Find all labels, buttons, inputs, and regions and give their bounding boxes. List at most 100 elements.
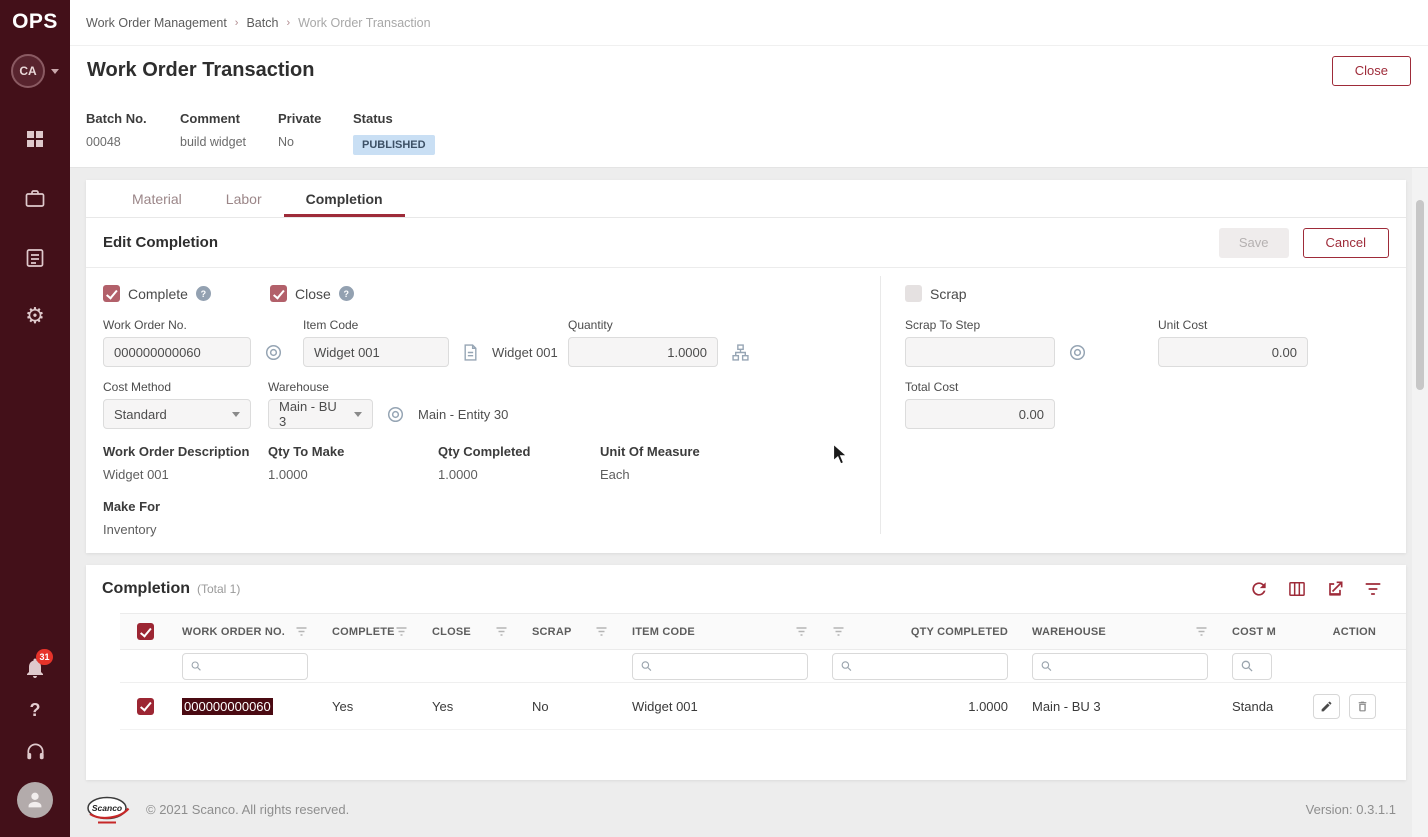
work-order-transaction-screen: OPS CA ⚙ 31 ? [0,0,1428,837]
table-row[interactable]: 000000000060 Yes Yes No Widget 001 1.000… [120,683,1406,730]
checkbox-checked-icon[interactable] [270,285,287,302]
breadcrumb-batch[interactable]: Batch [246,16,278,30]
sidebar-item-settings[interactable]: ⚙ [0,304,70,328]
help-icon[interactable]: ? [339,286,354,301]
delete-row-button[interactable] [1349,694,1376,719]
col-work-order-no: WORK ORDER NO. [170,614,320,649]
make-for-field: Make For Inventory [103,499,160,537]
settings-icon: ⚙ [25,304,45,328]
item-code-search-input[interactable] [632,653,808,680]
row-checkbox[interactable] [137,698,154,715]
lookup-icon[interactable] [1069,344,1086,361]
sidebar-item-jobs[interactable] [0,187,70,211]
column-chooser-icon [1287,579,1307,599]
help-icon: ? [30,700,41,721]
work-order-no-search-input[interactable] [182,653,308,680]
checkbox-checked-icon[interactable] [103,285,120,302]
cost-method-value: Standard [114,407,167,422]
qty-completed-label: Qty Completed [438,444,530,459]
cell-complete: Yes [320,683,420,729]
dashboard-icon [23,127,47,151]
tab-labor[interactable]: Labor [204,180,284,217]
close-checkbox[interactable]: Close ? [270,285,354,302]
refresh-icon [1249,579,1269,599]
profile-icon [17,782,53,818]
distribution-icon[interactable] [732,344,749,361]
lookup-icon[interactable] [265,344,282,361]
sidebar-item-notifications[interactable] [0,656,70,680]
total-cost-label: Total Cost [905,380,1055,394]
cell-action [1280,683,1406,729]
tab-material[interactable]: Material [110,180,204,217]
save-button[interactable]: Save [1219,228,1289,258]
qty-to-make-label: Qty To Make [268,444,344,459]
col-scrap: SCRAP [520,614,620,649]
cost-method-search-input[interactable] [1232,653,1272,680]
cell-cost-method: Standa [1220,683,1280,729]
completion-form: Complete ? Close ? Scrap Work Order No. [86,268,1406,552]
column-menu-icon[interactable] [495,626,508,637]
total-cost-input[interactable] [905,399,1055,429]
status-label: Status [353,111,435,126]
search-icon [1241,660,1253,672]
unit-cost-input[interactable] [1158,337,1308,367]
warehouse-select[interactable]: Main - BU 3 [268,399,373,429]
refresh-button[interactable] [1247,577,1271,601]
document-icon[interactable] [463,344,478,361]
scrollbar-thumb[interactable] [1416,200,1424,390]
item-code-input[interactable] [303,337,449,367]
footer: Scanco © 2021 Scanco. All rights reserve… [70,782,1412,837]
work-order-description-field: Work Order Description Widget 001 [103,444,249,482]
column-menu-icon[interactable] [295,626,308,637]
work-order-no-input[interactable] [103,337,251,367]
batch-no-field: Batch No. 00048 [86,111,180,167]
title-bar: Work Order Transaction Close [70,46,1428,95]
qty-completed-search-input[interactable] [832,653,1008,680]
breadcrumb-work-order-management[interactable]: Work Order Management [86,16,227,30]
user-menu[interactable]: CA [11,54,59,88]
tab-completion[interactable]: Completion [284,180,405,217]
filter-button[interactable] [1361,577,1385,601]
checkbox-unchecked-icon[interactable] [905,285,922,302]
unit-of-measure-value: Each [600,467,700,482]
cancel-button[interactable]: Cancel [1303,228,1389,258]
work-order-no-label: Work Order No. [103,318,282,332]
column-chooser-button[interactable] [1285,577,1309,601]
warehouse-search-input[interactable] [1032,653,1208,680]
avatar[interactable]: CA [11,54,45,88]
grid-title: Completion [102,580,190,598]
quantity-input[interactable] [568,337,718,367]
unit-of-measure-field: Unit Of Measure Each [600,444,700,482]
column-menu-icon[interactable] [595,626,608,637]
scrap-checkbox[interactable]: Scrap [905,285,967,302]
sidebar-item-profile[interactable] [0,782,70,818]
edit-completion-title: Edit Completion [103,234,218,251]
vertical-scrollbar[interactable] [1412,168,1428,837]
column-menu-icon[interactable] [795,626,808,637]
cost-method-select[interactable]: Standard [103,399,251,429]
documents-icon [23,246,47,270]
edit-row-button[interactable] [1313,694,1340,719]
column-menu-icon[interactable] [395,626,408,637]
export-button[interactable] [1323,577,1347,601]
warehouse-description: Main - Entity 30 [418,407,508,422]
column-menu-icon[interactable] [832,626,845,637]
column-menu-icon[interactable] [1195,626,1208,637]
close-button[interactable]: Close [1332,56,1411,86]
select-all-checkbox[interactable] [137,623,154,640]
scrap-to-step-label: Scrap To Step [905,318,1086,332]
table-header-row: WORK ORDER NO. COMPLETE CLOSE SCRAP ITEM… [120,613,1406,650]
complete-checkbox[interactable]: Complete ? [103,285,211,302]
copyright-text: © 2021 Scanco. All rights reserved. [146,802,349,817]
sidebar-item-dashboard[interactable] [0,127,70,151]
quantity-label: Quantity [568,318,749,332]
sidebar-item-support[interactable] [0,741,70,764]
unit-cost-label: Unit Cost [1158,318,1308,332]
scrap-to-step-input[interactable] [905,337,1055,367]
sidebar-item-help[interactable]: ? [0,700,70,721]
lookup-icon[interactable] [387,406,404,423]
sidebar-item-documents[interactable] [0,246,70,270]
private-value: No [278,135,353,149]
chevron-down-icon [51,69,59,74]
help-icon[interactable]: ? [196,286,211,301]
